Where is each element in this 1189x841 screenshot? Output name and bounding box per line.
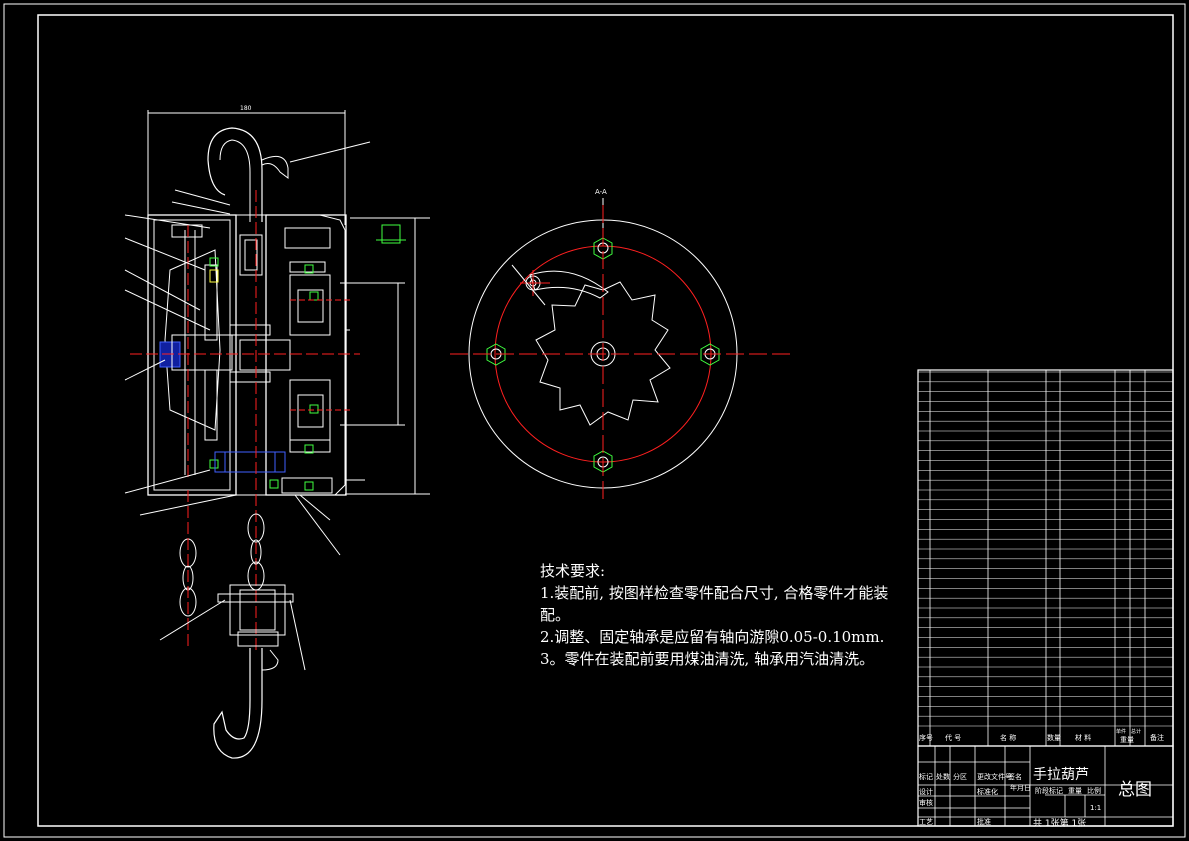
bom-header-material: 材 料 xyxy=(1075,733,1091,742)
outer-border xyxy=(3,3,1186,838)
sheet-info: 共 1张第 1张 xyxy=(1033,817,1086,829)
bom-rows xyxy=(918,371,1173,727)
tb-count: 处数 xyxy=(936,772,950,781)
tech-item-1: 1.装配前, 按图样检查零件配合尺寸, 合格零件才能装配。 xyxy=(540,584,889,624)
tb-scale: 比例 xyxy=(1087,786,1101,795)
bom-header-code: 代 号 xyxy=(945,733,961,742)
tb-review: 审核 xyxy=(919,798,933,807)
bom-header: 序号 代 号 名 称 数量 材 料 单件 总计 重量 备注 xyxy=(919,728,1164,744)
tb-signature: 签名 xyxy=(1008,772,1022,781)
bom-header-remark: 备注 xyxy=(1150,733,1164,742)
tb-stage: 阶段标记 xyxy=(1035,786,1063,795)
tech-item-2: 2.调整、固定轴承是应留有轴向游隙0.05-0.10mm. xyxy=(540,628,885,646)
tb-change-doc: 更改文件号 xyxy=(977,772,1012,781)
tb-zone: 分区 xyxy=(953,772,967,781)
bom-header-single: 单件 xyxy=(1116,728,1126,735)
section-view-a-a: A-A xyxy=(450,188,795,500)
front-section-view: 180 xyxy=(124,105,430,759)
drawing-type: 总图 xyxy=(1118,780,1152,800)
tb-weight: 重量 xyxy=(1068,787,1082,795)
bom-table xyxy=(917,369,1174,747)
tb-mark: 标记 xyxy=(919,772,933,781)
tech-requirements: 技术要求: 1.装配前, 按图样检查零件配合尺寸, 合格零件才能装配。 2.调整… xyxy=(540,560,890,670)
tb-process: 工艺 xyxy=(919,818,933,826)
tb-date: 年月日 xyxy=(1010,783,1031,792)
section-label: A-A xyxy=(595,188,607,196)
bom-header-qty: 数量 xyxy=(1047,733,1061,742)
bom-header-weight: 重量 xyxy=(1120,736,1134,744)
tb-design: 设计 xyxy=(919,787,933,796)
tb-scale-value: 1:1 xyxy=(1090,804,1101,812)
tb-approve: 批准 xyxy=(977,817,991,826)
assembly-drawing: 180 A-A 标记 处数 分区 更改文件号 签名 年月日 设计 标准化 审核 … xyxy=(3,3,1186,838)
bom-header-seq: 序号 xyxy=(919,733,933,742)
tech-item-3: 3。零件在装配前要用煤油清洗, 轴承用汽油清洗。 xyxy=(540,650,875,668)
tb-standardization: 标准化 xyxy=(977,787,998,796)
drawing-title: 手拉葫芦 xyxy=(1033,767,1089,783)
inner-border xyxy=(37,14,1174,827)
tech-heading: 技术要求: xyxy=(540,562,606,580)
bom-header-name: 名 称 xyxy=(1000,733,1016,742)
bom-header-total: 总计 xyxy=(1131,728,1141,735)
dimension-width: 180 xyxy=(240,105,252,112)
